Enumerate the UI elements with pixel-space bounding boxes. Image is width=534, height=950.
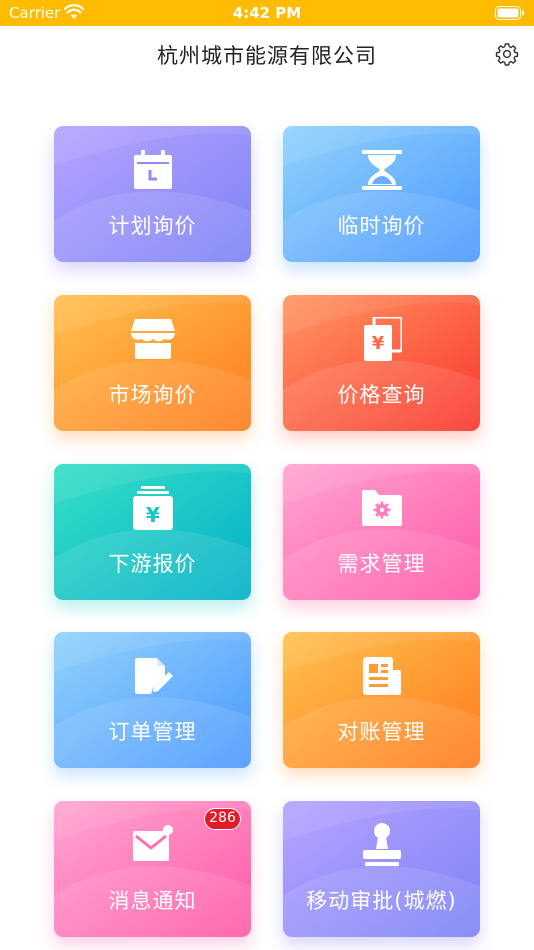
notification-count-badge: 286 [204, 808, 241, 830]
tile-label: 下游报价 [108, 552, 197, 576]
tile-mobile-approval[interactable]: 移动审批(城燃) [283, 801, 480, 937]
tile-order-management[interactable]: 订单管理 [54, 632, 251, 768]
tile-downstream-quote[interactable]: ¥ 下游报价 [54, 464, 251, 600]
tile-label: 计划询价 [108, 214, 197, 238]
edit-document-icon [135, 658, 173, 694]
tile-price-query[interactable]: ¥ 价格查询 [283, 295, 480, 431]
tile-label: 价格查询 [337, 383, 426, 407]
tile-label: 临时询价 [337, 214, 426, 238]
yuan-document-icon: ¥ [364, 317, 402, 361]
tile-reconciliation-management[interactable]: 对账管理 [283, 632, 480, 768]
tile-market-inquiry[interactable]: 市场询价 [54, 295, 251, 431]
yuan-stack-icon: ¥ [133, 486, 173, 530]
settings-gear-icon[interactable] [495, 42, 519, 66]
stamp-icon [363, 823, 401, 866]
navigation-bar: 杭州城市能源有限公司 [0, 26, 534, 82]
status-bar: Carrier 4:42 PM [0, 0, 534, 26]
svg-text:¥: ¥ [372, 333, 385, 354]
folder-gear-icon [362, 490, 402, 526]
clock: 4:42 PM [232, 4, 302, 22]
calendar-icon [134, 150, 172, 189]
shop-awning-icon [131, 319, 175, 359]
battery-icon [495, 6, 524, 20]
tile-label: 对账管理 [337, 720, 426, 744]
tile-label: 需求管理 [337, 552, 426, 576]
ledger-icon [363, 657, 401, 695]
tile-label: 市场询价 [108, 383, 197, 407]
tile-label: 移动审批(城燃) [306, 889, 457, 913]
tile-temporary-inquiry[interactable]: 临时询价 [283, 126, 480, 262]
hourglass-icon [362, 150, 402, 190]
tile-label: 消息通知 [108, 889, 197, 913]
tile-label: 订单管理 [108, 720, 197, 744]
page-title: 杭州城市能源有限公司 [157, 44, 377, 68]
tile-demand-management[interactable]: 需求管理 [283, 464, 480, 600]
tile-plan-inquiry[interactable]: 计划询价 [54, 126, 251, 262]
mail-notification-icon [133, 825, 173, 861]
svg-text:¥: ¥ [146, 503, 160, 527]
